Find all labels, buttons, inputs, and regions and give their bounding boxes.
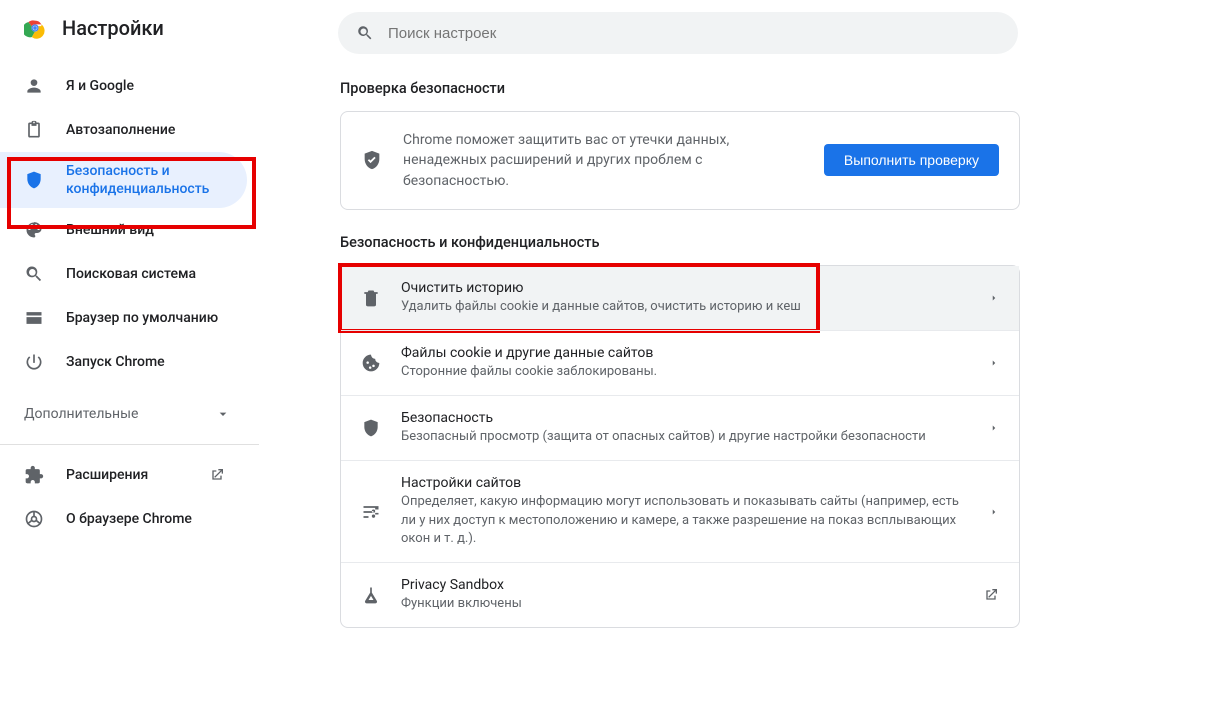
sidebar-item-label: Запуск Chrome <box>66 353 165 371</box>
cookie-icon <box>361 353 381 373</box>
power-icon <box>24 352 44 372</box>
external-link-icon <box>983 587 999 603</box>
row-clear-browsing-data[interactable]: Очистить историю Удалить файлы cookie и … <box>341 266 1019 330</box>
tune-icon <box>361 502 381 522</box>
flask-icon <box>361 585 381 605</box>
section-title-safety-check: Проверка безопасности <box>340 80 1020 97</box>
sidebar-item-label: Расширения <box>66 466 148 484</box>
shield-icon <box>24 170 44 190</box>
sidebar-item-label: О браузере Chrome <box>66 510 192 528</box>
chrome-logo-icon <box>24 17 46 39</box>
sidebar-item-label: Поисковая система <box>66 265 196 283</box>
shield-check-icon <box>361 149 383 171</box>
safety-check-card: Chrome поможет защитить вас от утечки да… <box>340 111 1020 210</box>
clipboard-icon <box>24 120 44 140</box>
person-icon <box>24 76 44 96</box>
sidebar-item-appearance[interactable]: Внешний вид <box>0 208 247 252</box>
sidebar-item-about-chrome[interactable]: О браузере Chrome <box>0 497 247 541</box>
row-cookies[interactable]: Файлы cookie и другие данные сайтов Стор… <box>341 330 1019 395</box>
palette-icon <box>24 220 44 240</box>
sidebar-advanced-toggle[interactable]: Дополнительные <box>0 392 259 436</box>
chevron-right-icon <box>989 293 999 303</box>
chevron-right-icon <box>989 358 999 368</box>
extension-icon <box>24 465 44 485</box>
row-title: Очистить историю <box>401 280 969 296</box>
sidebar: Настройки Я и Google Автозаполнение Безо… <box>0 0 260 706</box>
sidebar-item-label: Браузер по умолчанию <box>66 309 218 327</box>
section-title-privacy: Безопасность и конфиденциальность <box>340 234 1020 251</box>
search-input[interactable] <box>388 25 1000 42</box>
row-title: Настройки сайтов <box>401 475 969 491</box>
shield-icon <box>361 418 381 438</box>
row-subtitle: Определяет, какую информацию могут испол… <box>401 493 969 548</box>
search-icon <box>356 24 374 42</box>
row-title: Privacy Sandbox <box>401 577 963 593</box>
browser-icon <box>24 308 44 328</box>
row-privacy-sandbox[interactable]: Privacy Sandbox Функции включены <box>341 562 1019 627</box>
row-subtitle: Функции включены <box>401 595 963 613</box>
external-link-icon <box>207 465 227 485</box>
sidebar-item-default-browser[interactable]: Браузер по умолчанию <box>0 296 247 340</box>
sidebar-item-privacy-security[interactable]: Безопасность и конфиденциальность <box>0 152 247 208</box>
row-subtitle: Безопасный просмотр (защита от опасных с… <box>401 428 969 446</box>
advanced-label: Дополнительные <box>24 406 138 422</box>
row-subtitle: Сторонние файлы cookie заблокированы. <box>401 363 969 381</box>
sidebar-item-label: Я и Google <box>66 77 134 95</box>
row-subtitle: Удалить файлы cookie и данные сайтов, оч… <box>401 298 969 316</box>
run-safety-check-button[interactable]: Выполнить проверку <box>824 144 999 176</box>
privacy-list-card: Очистить историю Удалить файлы cookie и … <box>340 265 1020 628</box>
chrome-outline-icon <box>24 509 44 529</box>
brand: Настройки <box>0 16 259 60</box>
main-content: Проверка безопасности Chrome поможет защ… <box>260 0 1216 706</box>
sidebar-item-label: Автозаполнение <box>66 121 175 139</box>
sidebar-item-label: Внешний вид <box>66 221 154 239</box>
sidebar-item-autofill[interactable]: Автозаполнение <box>0 108 247 152</box>
sidebar-item-you-and-google[interactable]: Я и Google <box>0 64 247 108</box>
row-title: Безопасность <box>401 410 969 426</box>
sidebar-item-label: Безопасность и конфиденциальность <box>66 162 227 198</box>
chevron-down-icon <box>215 406 231 422</box>
chevron-right-icon <box>989 423 999 433</box>
divider <box>0 444 259 445</box>
trash-icon <box>361 288 381 308</box>
row-security[interactable]: Безопасность Безопасный просмотр (защита… <box>341 395 1019 460</box>
row-site-settings[interactable]: Настройки сайтов Определяет, какую инфор… <box>341 460 1019 562</box>
safety-check-description: Chrome поможет защитить вас от утечки да… <box>403 130 804 191</box>
page-title: Настройки <box>62 16 164 40</box>
sidebar-item-on-startup[interactable]: Запуск Chrome <box>0 340 247 384</box>
chevron-right-icon <box>989 507 999 517</box>
search-icon <box>24 264 44 284</box>
row-title: Файлы cookie и другие данные сайтов <box>401 345 969 361</box>
search-input-container[interactable] <box>338 12 1018 54</box>
sidebar-item-extensions[interactable]: Расширения <box>0 453 247 497</box>
sidebar-item-search-engine[interactable]: Поисковая система <box>0 252 247 296</box>
